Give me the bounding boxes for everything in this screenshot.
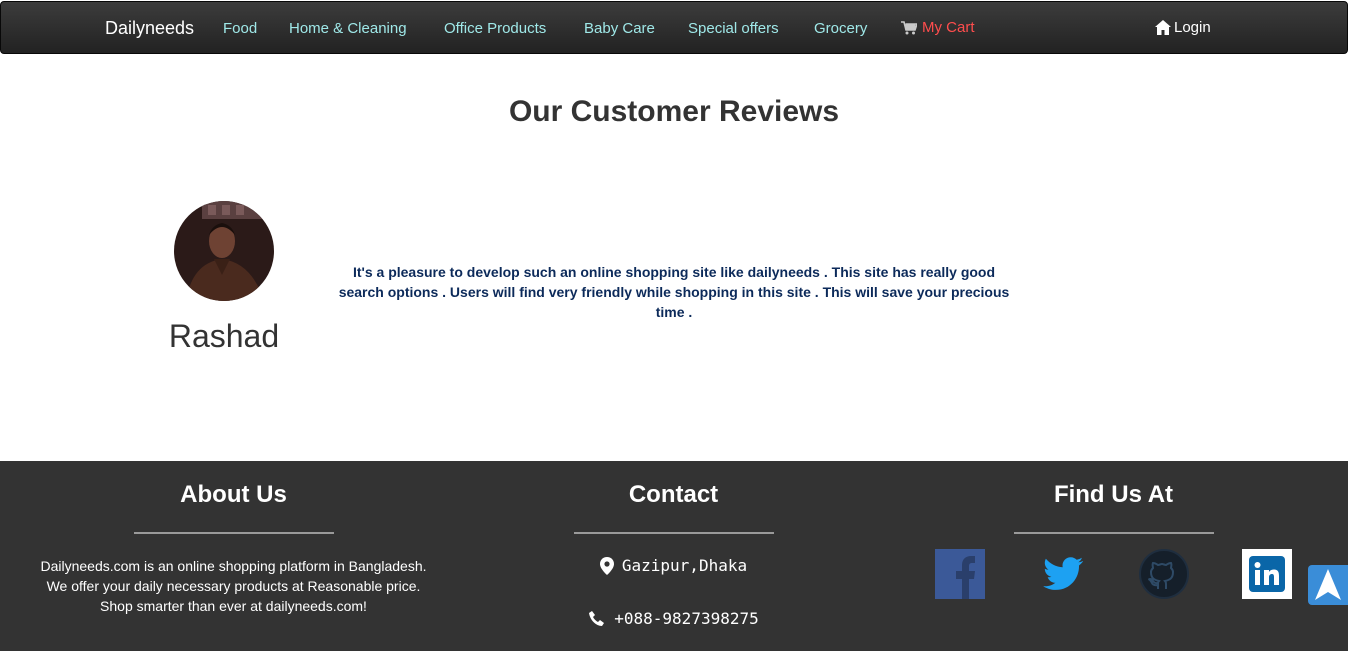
twitter-icon[interactable] bbox=[1037, 549, 1087, 599]
review-text: It's a pleasure to develop such an onlin… bbox=[338, 264, 1010, 320]
find-us-divider bbox=[1013, 532, 1214, 534]
reviews-title: Our Customer Reviews bbox=[508, 95, 840, 128]
my-cart-label: My Cart bbox=[922, 19, 975, 36]
home-icon bbox=[1155, 20, 1171, 35]
nav-link-grocery[interactable]: Grocery bbox=[814, 20, 867, 37]
my-cart-link[interactable]: My Cart bbox=[901, 19, 975, 36]
cart-icon bbox=[901, 20, 917, 34]
nav-link-baby-care[interactable]: Baby Care bbox=[584, 20, 655, 37]
navigation-arrow-icon bbox=[1315, 569, 1341, 600]
facebook-icon[interactable] bbox=[935, 549, 985, 599]
address-text: Gazipur,Dhaka bbox=[621, 556, 748, 575]
avatar bbox=[174, 201, 274, 301]
login-link[interactable]: Login bbox=[1155, 19, 1211, 36]
contact-title: Contact bbox=[628, 481, 719, 508]
about-section: About Us Dailyneeds.com is an online sho… bbox=[9, 461, 458, 616]
linkedin-icon[interactable] bbox=[1242, 549, 1292, 599]
about-title: About Us bbox=[180, 481, 287, 508]
address-row: Gazipur,Dhaka bbox=[449, 556, 898, 575]
contact-section: Contact Gazipur,Dhaka +088-9827398275 bbox=[449, 461, 898, 628]
github-icon[interactable] bbox=[1139, 549, 1189, 599]
find-us-section: Find Us At bbox=[889, 461, 1338, 534]
phone-row: +088-9827398275 bbox=[449, 609, 898, 628]
about-line: We offer your daily necessary products a… bbox=[46, 578, 421, 594]
brand-link[interactable]: Dailyneeds bbox=[105, 18, 194, 39]
login-label: Login bbox=[1174, 19, 1211, 36]
find-us-title: Find Us At bbox=[1053, 481, 1174, 508]
about-line: Shop smarter than ever at dailyneeds.com… bbox=[100, 598, 367, 614]
navbar: Dailyneeds Food Home & Cleaning Office P… bbox=[0, 1, 1348, 54]
nav-link-home-cleaning[interactable]: Home & Cleaning bbox=[289, 20, 407, 37]
back-to-top-button[interactable] bbox=[1308, 565, 1348, 605]
nav-link-office-products[interactable]: Office Products bbox=[444, 20, 546, 37]
phone-text: +088-9827398275 bbox=[614, 609, 759, 628]
contact-divider bbox=[573, 532, 774, 534]
nav-link-special-offers[interactable]: Special offers bbox=[688, 20, 779, 37]
nav-link-food[interactable]: Food bbox=[223, 20, 257, 37]
reviewer-photo bbox=[174, 201, 274, 301]
map-marker-icon bbox=[599, 556, 614, 575]
about-text: Dailyneeds.com is an online shopping pla… bbox=[9, 556, 458, 616]
reviewer-name: Rashad bbox=[168, 318, 280, 354]
phone-icon bbox=[589, 610, 605, 626]
about-line: Dailyneeds.com is an online shopping pla… bbox=[40, 558, 427, 574]
about-divider bbox=[133, 532, 334, 534]
